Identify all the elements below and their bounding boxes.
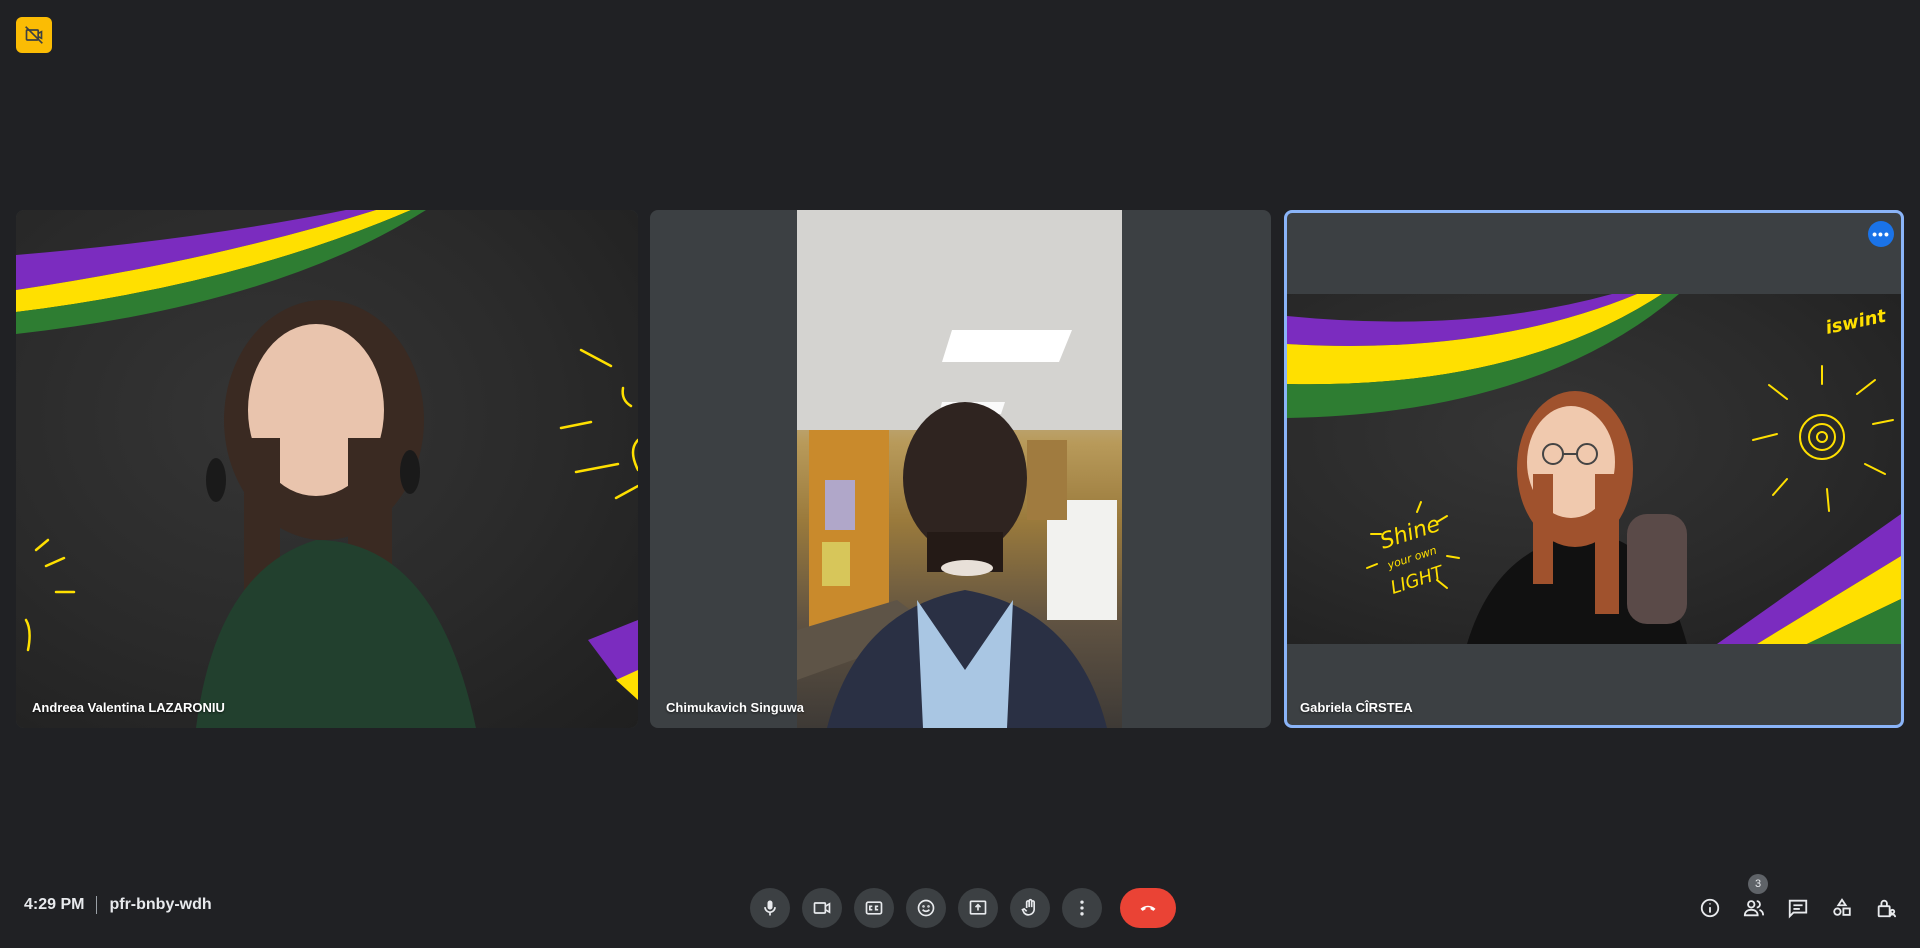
people-icon — [1743, 900, 1765, 917]
emoji-icon — [917, 899, 935, 917]
more-options-button[interactable] — [1062, 888, 1102, 928]
raise-hand-icon — [1021, 898, 1035, 916]
more-options-icon — [1080, 900, 1084, 916]
end-call-icon — [1140, 905, 1156, 911]
virtual-background: Shine your own LIGHT iswint — [1287, 294, 1901, 644]
chat-icon — [1788, 899, 1808, 919]
recording-off-icon — [25, 26, 43, 44]
people-button[interactable]: 3 — [1734, 874, 1774, 928]
meeting-code: pfr-bnby-wdh — [109, 896, 212, 913]
participant-name-label: Chimukavich Singuwa — [666, 700, 804, 715]
present-screen-button[interactable] — [958, 888, 998, 928]
camera-button[interactable] — [802, 888, 842, 928]
call-controls — [750, 888, 1176, 928]
lock-person-icon — [1877, 899, 1897, 918]
meet-call-window: Andreea Valentina LAZARONIU Chimukavich … — [0, 0, 1920, 948]
microphone-icon — [764, 900, 776, 916]
raise-hand-button[interactable] — [1010, 888, 1050, 928]
recording-off-indicator[interactable] — [16, 17, 52, 53]
camera-icon — [813, 902, 831, 914]
divider — [96, 896, 98, 914]
meeting-time: 4:29 PM — [24, 896, 85, 913]
participant-tile-2[interactable]: Chimukavich Singuwa — [650, 210, 1271, 728]
participant-name-label: Andreea Valentina LAZARONIU — [32, 700, 225, 715]
tile-more-options-button[interactable]: ••• — [1868, 221, 1894, 247]
meeting-info: 4:29 PM pfr-bnby-wdh — [24, 896, 212, 914]
brand-logo-text: iswint — [1824, 305, 1889, 339]
present-screen-icon — [969, 900, 987, 915]
people-count-badge: 3 — [1748, 874, 1768, 894]
side-panel-controls: 3 — [1686, 874, 1906, 928]
bottom-control-bar: 4:29 PM pfr-bnby-wdh 3 — [0, 874, 1920, 936]
chat-button[interactable] — [1778, 888, 1818, 928]
activities-button[interactable] — [1822, 888, 1862, 928]
end-call-button[interactable] — [1120, 888, 1176, 928]
camera-feed — [797, 210, 1122, 728]
participant-name-label: Gabriela CÎRSTEA — [1300, 700, 1413, 715]
participant-tile-3[interactable]: Shine your own LIGHT iswint ••• Gabriela… — [1284, 210, 1904, 728]
captions-button[interactable] — [854, 888, 894, 928]
captions-icon — [865, 901, 883, 915]
virtual-background — [16, 210, 638, 728]
microphone-button[interactable] — [750, 888, 790, 928]
participant-tile-1[interactable]: Andreea Valentina LAZARONIU — [16, 210, 638, 728]
emoji-reaction-button[interactable] — [906, 888, 946, 928]
activities-icon — [1833, 898, 1851, 916]
host-controls-button[interactable] — [1866, 888, 1906, 928]
meeting-details-button[interactable] — [1690, 888, 1730, 928]
info-icon — [1700, 898, 1720, 918]
